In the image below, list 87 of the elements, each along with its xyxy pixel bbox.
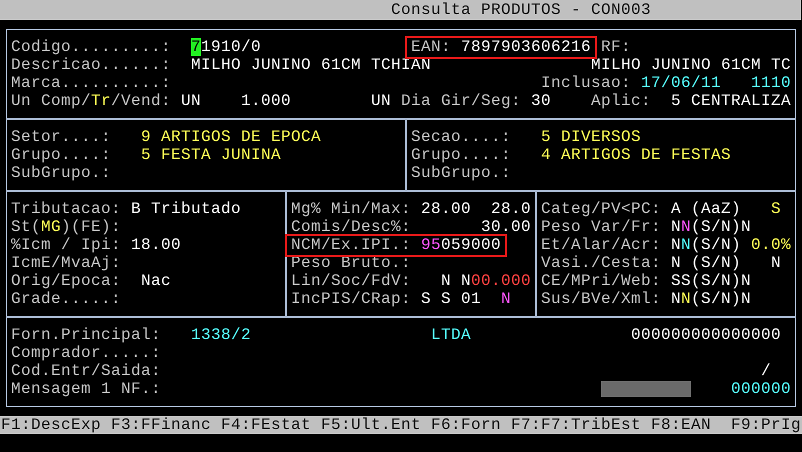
field-value: 5 CENTRALIZA bbox=[671, 92, 791, 110]
field-value: S bbox=[771, 200, 781, 218]
field-value: 30.00 bbox=[481, 218, 531, 236]
field-value: 30 bbox=[531, 92, 551, 110]
field-value: MILHO JUNINO 61CM TCHIAN bbox=[191, 56, 431, 74]
function-key[interactable]: F3:FFinanc bbox=[111, 416, 211, 434]
window-title: Consulta PRODUTOS - CON003 bbox=[391, 0, 651, 20]
field-label: Lin/Soc/FdV: bbox=[291, 272, 411, 290]
field-label: Mensagem 1 NF.: bbox=[11, 380, 161, 398]
field-value: UN bbox=[181, 92, 201, 110]
field-label: Marca..........: bbox=[11, 74, 171, 92]
field-label: Categ/PV<PC: bbox=[541, 200, 661, 218]
function-key[interactable]: F5:Ult.Ent bbox=[321, 416, 421, 434]
function-key[interactable]: F8:EAN bbox=[651, 416, 711, 434]
field-label: Grupo....: bbox=[11, 146, 111, 164]
field-value: 9 ARTIGOS DE EPOCA bbox=[141, 128, 321, 146]
field-label: Peso Var/Fr: bbox=[541, 218, 661, 236]
field-label: Orig/Epoca: bbox=[11, 272, 121, 290]
field-label: Aplic: bbox=[591, 92, 651, 110]
field-value: 1.000 bbox=[241, 92, 291, 110]
field-label: EAN: bbox=[411, 38, 451, 56]
field-value: SS(S/N)N bbox=[671, 272, 751, 290]
field-value: N (S/N) bbox=[671, 254, 741, 272]
field-label: Peso Bruto.: bbox=[291, 254, 411, 272]
field-label: CE/MPri/Web: bbox=[541, 272, 661, 290]
field-value: NN(S/N) bbox=[671, 236, 741, 254]
field-label: Comprador.....: bbox=[11, 344, 161, 362]
field-value: 71910/0 bbox=[191, 38, 261, 56]
field-label: Setor....: bbox=[11, 128, 111, 146]
field-label: Un Comp/Tr/Vend: bbox=[11, 92, 171, 110]
field-value: 28.00 bbox=[421, 200, 471, 218]
field-value: NN(S/N)N bbox=[671, 290, 751, 308]
field-value: 7897903606216 bbox=[461, 38, 591, 56]
field-label: Secao....: bbox=[411, 128, 511, 146]
field-value: N bbox=[461, 272, 471, 290]
field-label: Forn.Principal: bbox=[11, 326, 161, 344]
function-key[interactable]: F1:DescExp bbox=[1, 416, 101, 434]
field-label: NCM/Ex.IPI.: bbox=[291, 236, 411, 254]
field-value: 17/06/11 bbox=[641, 74, 721, 92]
field-label: RF: bbox=[601, 38, 631, 56]
field-label: SubGrupo.: bbox=[411, 164, 511, 182]
field-label: Grupo....: bbox=[411, 146, 511, 164]
field-value: 5 FESTA JUNINA bbox=[141, 146, 281, 164]
field-value: / bbox=[761, 362, 771, 380]
field-label: Descricao......: bbox=[11, 56, 171, 74]
field-value: 95059000 bbox=[421, 236, 501, 254]
field-value: LTDA bbox=[431, 326, 471, 344]
field-label: St(MG)(FE): bbox=[11, 218, 121, 236]
field-value: UN bbox=[371, 92, 391, 110]
field-label: Cod.Entr/Saida: bbox=[11, 362, 161, 380]
field-label: Sus/BVe/Xml: bbox=[541, 290, 661, 308]
field-value: N bbox=[771, 254, 781, 272]
field-label: Comis/Desc%: bbox=[291, 218, 411, 236]
field-value: 0.0% bbox=[751, 236, 791, 254]
field-value: B Tributado bbox=[131, 200, 241, 218]
field-value: 4 ARTIGOS DE FESTAS bbox=[541, 146, 731, 164]
field-value: MILHO JUNINO 61CM TC bbox=[591, 56, 791, 74]
field-label: Vasi./Cesta: bbox=[541, 254, 661, 272]
field-value: Nac bbox=[141, 272, 171, 290]
field-label: Codigo.........: bbox=[11, 38, 171, 56]
field-label: Inclusao: bbox=[541, 74, 631, 92]
field-value: 1338/2 bbox=[191, 326, 251, 344]
function-key[interactable]: F9:PrIg bbox=[731, 416, 801, 434]
field-value: 1110 bbox=[751, 74, 791, 92]
field-value: N bbox=[441, 272, 451, 290]
field-label: Et/Alar/Acr: bbox=[541, 236, 661, 254]
field-value: 000000000000000 bbox=[631, 326, 781, 344]
field-value: 00.000 bbox=[471, 272, 531, 290]
field-value: NN(S/N)N bbox=[671, 218, 751, 236]
field-value: 18.00 bbox=[131, 236, 181, 254]
function-key[interactable]: F7:F7:TribEst bbox=[511, 416, 641, 434]
field-value: 28.0 bbox=[491, 200, 531, 218]
field-label: Grade.....: bbox=[11, 290, 121, 308]
field-label: SubGrupo.: bbox=[11, 164, 111, 182]
field-label: Mg% Min/Max: bbox=[291, 200, 411, 218]
field-label: Tributacao: bbox=[11, 200, 121, 218]
function-key[interactable]: F4:FEstat bbox=[221, 416, 311, 434]
field-label: IncPIS/CRap: bbox=[291, 290, 411, 308]
field-label: Dia Gir/Seg: bbox=[401, 92, 521, 110]
field-label: %Icm / Ipi: bbox=[11, 236, 121, 254]
field-value: 5 DIVERSOS bbox=[541, 128, 641, 146]
field-value: N bbox=[501, 290, 511, 308]
field-label: IcmE/MvaAj: bbox=[11, 254, 121, 272]
field-value: A (AaZ) bbox=[671, 200, 741, 218]
field-value: 000000 bbox=[731, 380, 791, 398]
field-value: S S 01 bbox=[421, 290, 481, 308]
function-key[interactable]: F6:Forn bbox=[431, 416, 501, 434]
